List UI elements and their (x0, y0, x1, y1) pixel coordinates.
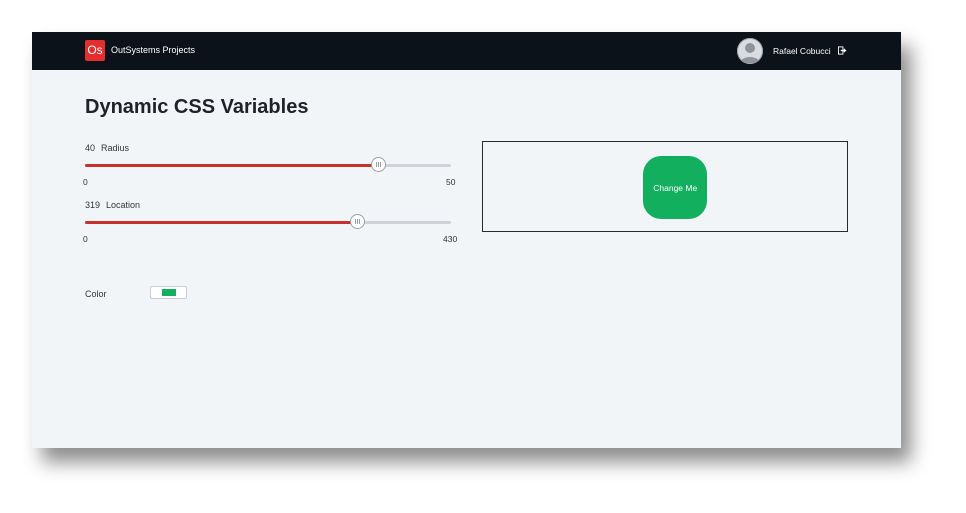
location-max: 430 (443, 234, 458, 244)
radius-label: Radius (101, 143, 130, 153)
top-navbar: Os OutSystems Projects Rafael Cobucci (32, 32, 901, 70)
app-title[interactable]: OutSystems Projects (111, 45, 195, 55)
location-slider-fill (85, 221, 357, 224)
page-title: Dynamic CSS Variables (85, 96, 309, 118)
radius-slider-handle[interactable] (370, 157, 386, 172)
radius-max: 50 (446, 177, 456, 187)
user-name[interactable]: Rafael Cobucci (773, 46, 831, 56)
logout-icon[interactable] (838, 46, 847, 55)
location-value: 319 (85, 200, 101, 210)
color-picker[interactable] (150, 286, 187, 299)
radius-slider-fill (85, 164, 378, 167)
location-slider-label: 319 Location (85, 200, 140, 210)
radius-value: 40 (85, 143, 96, 153)
location-slider[interactable] (85, 214, 451, 229)
preview-box: Change Me (482, 141, 848, 232)
location-min: 0 (83, 234, 88, 244)
user-avatar-icon (740, 43, 760, 63)
app-logo[interactable]: Os (85, 40, 105, 61)
radius-slider[interactable] (85, 157, 451, 172)
app-window: Os OutSystems Projects Rafael Cobucci Dy… (32, 32, 901, 448)
user-avatar[interactable] (737, 38, 763, 64)
radius-slider-label: 40 Radius (85, 143, 129, 153)
color-swatch (162, 289, 176, 296)
change-me-button[interactable]: Change Me (643, 156, 708, 219)
radius-min: 0 (83, 177, 88, 187)
location-slider-handle[interactable] (349, 214, 365, 229)
location-label: Location (106, 200, 141, 210)
color-label: Color (85, 289, 107, 299)
